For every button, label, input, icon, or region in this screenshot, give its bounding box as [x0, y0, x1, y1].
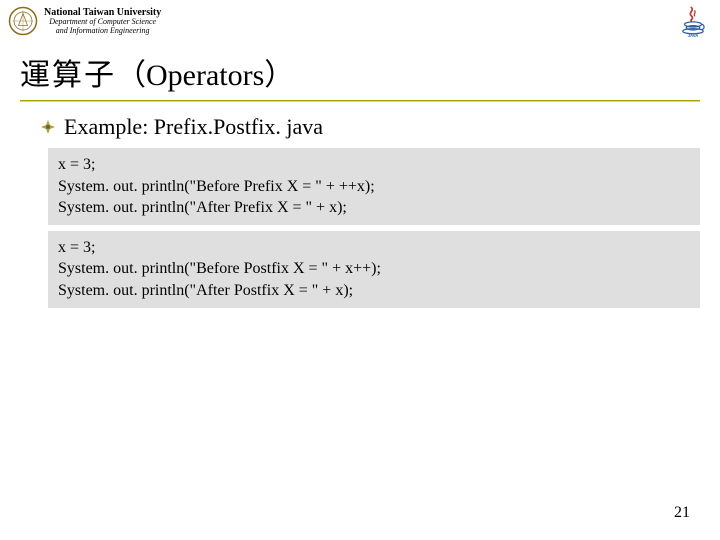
title-operators: （Operators）	[116, 59, 294, 92]
example-label: Example: Prefix.Postfix. java	[64, 114, 323, 140]
java-logo-icon: JAVA	[676, 4, 710, 38]
title-underline	[20, 100, 700, 102]
department-line-2: and Information Engineering	[44, 27, 161, 36]
ntu-logo-icon	[8, 6, 38, 36]
university-text: National Taiwan University Department of…	[44, 7, 161, 36]
header-left: National Taiwan University Department of…	[8, 6, 161, 36]
page-number: 21	[674, 504, 690, 522]
subtitle-row: Example: Prefix.Postfix. java	[40, 114, 720, 140]
bullet-icon	[40, 119, 56, 135]
slide-title: 運算子（Operators）	[20, 50, 700, 94]
slide-header: National Taiwan University Department of…	[0, 0, 720, 40]
title-cjk: 運算子	[20, 59, 116, 92]
svg-text:JAVA: JAVA	[688, 33, 699, 38]
code-block-postfix: x = 3; System. out. println("Before Post…	[48, 231, 700, 308]
code-block-prefix: x = 3; System. out. println("Before Pref…	[48, 148, 700, 225]
